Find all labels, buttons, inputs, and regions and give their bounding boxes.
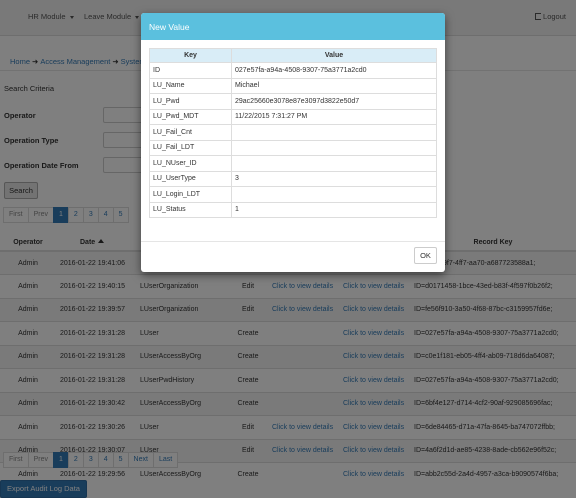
kv-key: LU_Pwd_MDT: [149, 108, 232, 125]
kv-row: LU_Fail_LDT: [149, 139, 437, 156]
kv-value: Michael: [231, 77, 437, 94]
kv-value: [231, 155, 437, 172]
kv-value: 027e57fa-a94a-4508-9307-75a3771a2cd0: [231, 62, 437, 79]
kv-key: LU_Name: [149, 77, 232, 94]
kv-value: [231, 186, 437, 203]
kv-row: LU_Fail_Cnt: [149, 124, 437, 141]
ok-button[interactable]: OK: [414, 247, 437, 264]
kv-col-value: Value: [231, 48, 437, 63]
kv-value: 11/22/2015 7:31:27 PM: [231, 108, 437, 125]
kv-value: [231, 139, 437, 156]
kv-col-key: Key: [149, 48, 232, 63]
kv-key: LU_Login_LDT: [149, 186, 232, 203]
kv-value: [231, 124, 437, 141]
kv-row: LU_Pwd 29ac25660e3078e87e3097d3822e50d7: [149, 93, 437, 110]
kv-key: LU_UserType: [149, 170, 232, 187]
kv-row: LU_Status 1: [149, 201, 437, 218]
kv-key: ID: [149, 62, 232, 79]
kv-value: 3: [231, 170, 437, 187]
kv-row: LU_UserType 3: [149, 170, 437, 187]
kv-table-body: ID 027e57fa-a94a-4508-9307-75a3771a2cd0 LU…: [149, 62, 437, 218]
kv-row: LU_Login_LDT: [149, 186, 437, 203]
kv-row: LU_NUser_ID: [149, 155, 437, 172]
kv-key: LU_Fail_Cnt: [149, 124, 232, 141]
modal-header: New Value: [141, 13, 445, 40]
modal-title: New Value: [149, 22, 190, 32]
kv-header-row: Key Value: [149, 48, 437, 63]
kv-key: LU_NUser_ID: [149, 155, 232, 172]
key-value-table: Key Value ID 027e57fa-a94a-4508-9307-75a3…: [149, 48, 437, 218]
kv-row: ID 027e57fa-a94a-4508-9307-75a3771a2cd0: [149, 62, 437, 79]
kv-row: LU_Pwd_MDT 11/22/2015 7:31:27 PM: [149, 108, 437, 125]
new-value-modal: New Value Key Value ID 027e57fa-a94a-4508…: [141, 13, 445, 272]
kv-value: 1: [231, 201, 437, 218]
kv-key: LU_Status: [149, 201, 232, 218]
modal-footer-divider: [141, 241, 445, 242]
kv-key: LU_Pwd: [149, 93, 232, 110]
kv-key: LU_Fail_LDT: [149, 139, 232, 156]
kv-row: LU_Name Michael: [149, 77, 437, 94]
kv-value: 29ac25660e3078e87e3097d3822e50d7: [231, 93, 437, 110]
